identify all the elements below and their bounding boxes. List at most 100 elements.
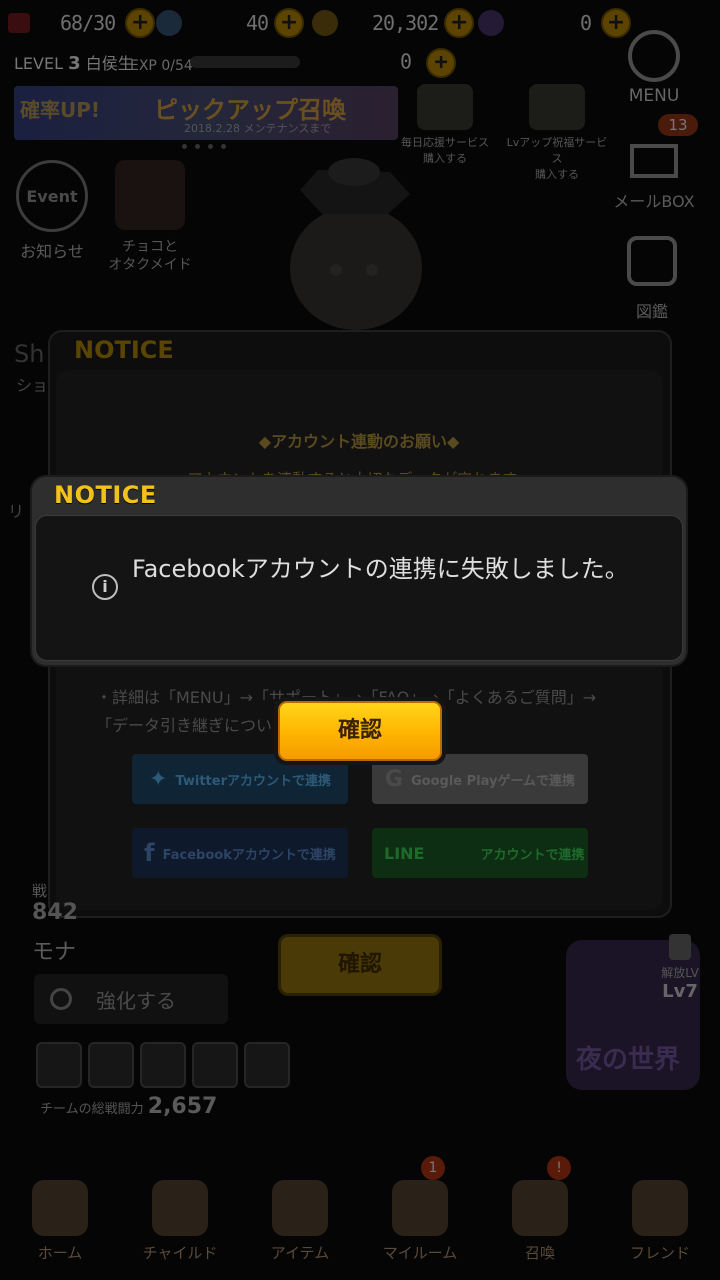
twitter-link-label: Twitterアカウントで連携 xyxy=(175,773,331,789)
unlock-level-indicator: 解放LV Lv7 xyxy=(650,934,710,1002)
nav-child-label: チャイルド xyxy=(142,1244,218,1262)
shield-icon xyxy=(632,1180,688,1236)
support-service-icon xyxy=(417,84,473,130)
nav-myroom[interactable]: 1 マイルーム xyxy=(365,1156,475,1280)
crown-icon xyxy=(392,1180,448,1236)
notice-body: i Facebookアカウントの連携に失敗しました。 xyxy=(35,515,683,661)
nav-summon[interactable]: ! 召喚 xyxy=(485,1156,595,1280)
team-member[interactable] xyxy=(244,1042,290,1088)
notice-message: Facebookアカウントの連携に失敗しました。 xyxy=(132,555,629,583)
player-title: 白侯生 xyxy=(85,54,134,73)
nav-home-label: ホーム xyxy=(37,1244,83,1262)
choco-label-2: オタクメイド xyxy=(108,257,192,273)
level-value: 3 xyxy=(68,53,81,74)
team-power-label: チームの総戦闘力 xyxy=(40,1102,144,1117)
nav-myroom-label: マイルーム xyxy=(382,1244,458,1262)
coin-icon xyxy=(312,10,338,36)
mailbox-label: メールBOX xyxy=(613,192,695,211)
google-play-link-label: Google Playゲームで連携 xyxy=(410,773,576,789)
add-stamina-secondary-button[interactable]: + xyxy=(426,48,457,78)
nav-friend-label: フレンド xyxy=(629,1244,690,1262)
event-laurel-icon: Event xyxy=(16,160,88,232)
facebook-f-icon: f xyxy=(144,839,155,867)
twitter-bird-icon: ✦ xyxy=(149,766,168,792)
wrench-gear-icon xyxy=(628,30,680,82)
book-face-icon xyxy=(627,236,677,286)
service-buy-label: 購入する xyxy=(535,168,579,181)
levelup-support-service[interactable]: Lvアップ祝福サービス 購入する xyxy=(502,84,612,182)
sword-shield-icon xyxy=(272,1180,328,1236)
flame-icon xyxy=(152,1180,208,1236)
zukan-label: 図鑑 xyxy=(635,302,668,321)
team-member[interactable] xyxy=(140,1042,186,1088)
team-power: チームの総戦闘力 2,657 xyxy=(40,1094,217,1119)
choco-event-button[interactable]: チョコと オタクメイド xyxy=(100,160,200,274)
shop-partial: Sh xyxy=(14,340,45,368)
team-member[interactable] xyxy=(192,1042,238,1088)
castle-icon xyxy=(32,1180,88,1236)
status-bar: 68/30 + 40 + 20,302 + 0 + xyxy=(0,0,720,46)
nav-home[interactable]: ホーム xyxy=(5,1170,115,1280)
add-potion-button[interactable]: + xyxy=(274,8,305,38)
team-member[interactable] xyxy=(36,1042,82,1088)
summon-badge: ! xyxy=(547,1156,571,1180)
exp-text: EXP 0/54 xyxy=(130,58,193,74)
account-link-dialog-header: NOTICE xyxy=(74,336,174,364)
team-member-list xyxy=(36,1042,290,1088)
menu-label: MENU xyxy=(628,86,680,106)
nav-friend[interactable]: フレンド xyxy=(605,1170,715,1280)
coin-value: 20,302 xyxy=(372,11,439,35)
add-stamina-button[interactable]: + xyxy=(125,8,156,38)
nav-item[interactable]: アイテム xyxy=(245,1170,355,1280)
mailbox-button[interactable]: メールBOX xyxy=(606,144,702,212)
line-link-button[interactable]: LINE アカウントで連携 xyxy=(372,828,588,878)
lock-icon xyxy=(669,934,691,960)
mail-badge: 13 xyxy=(658,114,698,136)
error-notice-dialog: NOTICE i Facebookアカウントの連携に失敗しました。 xyxy=(32,477,686,665)
confirm-button[interactable]: 確認 xyxy=(274,697,446,765)
facebook-link-label: Facebookアカウントで連携 xyxy=(162,847,336,863)
team-member[interactable] xyxy=(88,1042,134,1088)
line-link-label: アカウントで連携 xyxy=(480,847,585,863)
banner-tag: 確率UP! xyxy=(20,98,101,122)
character-portrait xyxy=(290,158,422,330)
battle-power-value: 842 xyxy=(32,900,78,925)
facebook-link-button[interactable]: f Facebookアカウントで連携 xyxy=(132,828,348,878)
left-partial-label: リ xyxy=(8,502,25,521)
stamina-secondary-value: 0 xyxy=(400,49,413,74)
exp-bar xyxy=(190,56,300,68)
unlock-label: 解放LV xyxy=(661,966,699,980)
potion-icon xyxy=(156,10,182,36)
info-icon: i xyxy=(92,574,118,600)
gem-icon xyxy=(478,10,504,36)
line-logo: LINE xyxy=(384,843,425,863)
character-name: モナ xyxy=(32,940,77,965)
myroom-badge: 1 xyxy=(421,1156,445,1180)
levelup-service-icon xyxy=(529,84,585,130)
search-icon xyxy=(50,988,72,1010)
bottom-nav: ホーム チャイルド アイテム 1 マイルーム ! 召喚 フレンド xyxy=(0,1156,720,1280)
pickup-banner[interactable]: 確率UP! ピックアップ召喚 2018.2.28 メンテナンスまで xyxy=(14,86,398,140)
player-level: LEVEL 3 白侯生 xyxy=(14,50,134,74)
enhance-label: 強化する xyxy=(96,988,176,1013)
nav-child[interactable]: チャイルド xyxy=(125,1170,235,1280)
team-power-value: 2,657 xyxy=(147,1094,218,1119)
battle-power-label: 戦 xyxy=(32,882,48,900)
potion-value: 40 xyxy=(246,11,269,35)
service-label: 毎日応援サービス xyxy=(401,136,489,149)
zukan-button[interactable]: 図鑑 xyxy=(620,236,684,322)
nav-summon-label: 召喚 xyxy=(524,1244,555,1262)
menu-button[interactable]: MENU xyxy=(622,30,686,106)
notice-event-button[interactable]: Event お知らせ xyxy=(14,160,90,262)
google-g-icon: G xyxy=(384,766,403,792)
level-label: LEVEL xyxy=(14,54,63,73)
account-link-heading: ◆アカウント連動のお願い◆ xyxy=(258,432,460,451)
account-link-confirm-button[interactable]: 確認 xyxy=(278,934,442,996)
service-label: Lvアップ祝福サービス xyxy=(506,136,608,165)
add-coin-button[interactable]: + xyxy=(444,8,475,38)
card-heart-icon xyxy=(512,1180,568,1236)
account-link-confirm-label: 確認 xyxy=(337,952,382,977)
banner-date: 2018.2.28 メンテナンスまで xyxy=(184,122,332,135)
banner-pager xyxy=(182,144,226,149)
enhance-button[interactable]: 強化する xyxy=(34,974,228,1024)
